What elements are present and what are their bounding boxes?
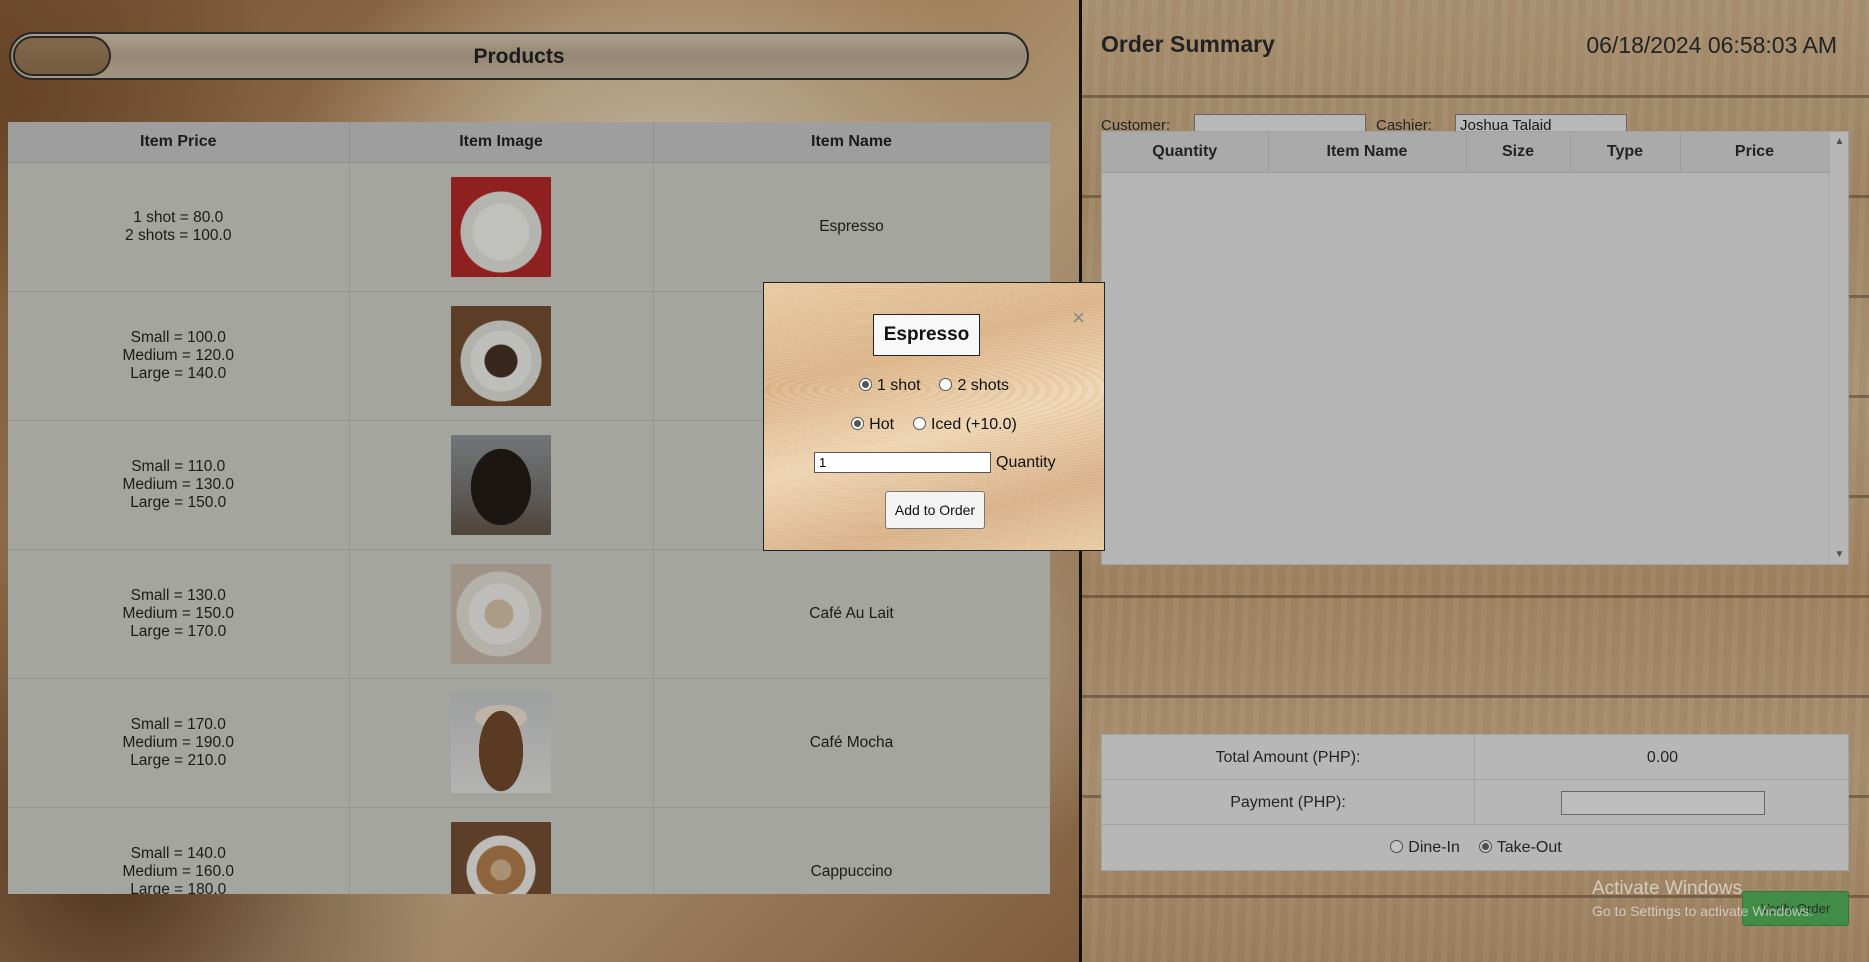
payment-label: Payment (PHP): bbox=[1102, 780, 1475, 825]
shot-options: 1 shot 2 shots bbox=[764, 377, 1104, 395]
add-to-order-button[interactable]: Add to Order bbox=[885, 491, 985, 529]
price-cell: Small = 130.0 Medium = 150.0 Large = 170… bbox=[8, 549, 350, 679]
activate-windows-subtitle: Go to Settings to activate Windows. bbox=[1592, 903, 1813, 919]
coffee-cup-beans-image[interactable] bbox=[451, 305, 551, 406]
table-row[interactable]: Small = 170.0 Medium = 190.0 Large = 210… bbox=[8, 678, 1050, 808]
name-cell[interactable]: Café Au Lait bbox=[653, 549, 1050, 679]
column-header-type: Type bbox=[1570, 132, 1681, 173]
image-cell[interactable] bbox=[349, 807, 654, 894]
hot-label: Hot bbox=[869, 416, 895, 433]
order-table-header: Quantity Item Name Size Type Price bbox=[1102, 132, 1830, 173]
one-shot-radio[interactable] bbox=[858, 378, 872, 391]
table-row[interactable]: 1 shot = 80.0 2 shots = 100.0 Espresso bbox=[8, 162, 1050, 292]
two-shots-radio[interactable] bbox=[939, 378, 953, 391]
price-cell: Small = 170.0 Medium = 190.0 Large = 210… bbox=[8, 678, 350, 808]
image-cell[interactable] bbox=[349, 291, 654, 421]
product-table-header: Item Price Item Image Item Name bbox=[8, 122, 1050, 163]
temperature-options: Hot Iced (+10.0) bbox=[764, 416, 1104, 434]
price-line: Small = 170.0 bbox=[130, 715, 226, 733]
dine-in-label: Dine-In bbox=[1408, 839, 1460, 856]
espresso-image[interactable] bbox=[451, 176, 551, 277]
price-line: 1 shot = 80.0 bbox=[133, 208, 224, 226]
order-summary-title: Order Summary bbox=[1101, 31, 1275, 57]
dine-in-radio[interactable] bbox=[1390, 840, 1404, 853]
image-cell[interactable] bbox=[349, 420, 654, 550]
price-cell: Small = 100.0 Medium = 120.0 Large = 140… bbox=[8, 291, 350, 421]
totals-panel: Total Amount (PHP): 0.00 Payment (PHP): … bbox=[1101, 734, 1850, 871]
price-line: Large = 170.0 bbox=[130, 622, 227, 640]
black-coffee-glass-image[interactable] bbox=[451, 434, 551, 535]
datetime-display: 06/18/2024 06:58:03 AM bbox=[1586, 32, 1837, 58]
payment-input[interactable] bbox=[1560, 790, 1765, 815]
order-table-container: Quantity Item Name Size Type Price ▲ ▼ bbox=[1101, 131, 1849, 565]
hot-radio[interactable] bbox=[851, 417, 865, 430]
products-header-bar: Products bbox=[9, 32, 1029, 80]
name-cell[interactable]: Espresso bbox=[653, 162, 1050, 292]
iced-radio[interactable] bbox=[912, 417, 926, 430]
price-line: Large = 150.0 bbox=[130, 493, 227, 511]
price-line: 2 shots = 100.0 bbox=[125, 226, 232, 244]
column-header-quantity: Quantity bbox=[1102, 132, 1269, 173]
price-line: Small = 140.0 bbox=[130, 844, 226, 862]
scroll-down-arrow-icon[interactable]: ▼ bbox=[1830, 549, 1849, 560]
name-cell[interactable]: Café Mocha bbox=[653, 678, 1050, 808]
price-line: Medium = 190.0 bbox=[122, 733, 235, 751]
price-line: Medium = 120.0 bbox=[122, 346, 235, 364]
column-header-price: Price bbox=[1680, 132, 1830, 173]
dining-option-row: Dine-In Take-Out bbox=[1102, 825, 1850, 871]
payment-row: Payment (PHP): bbox=[1102, 780, 1850, 825]
column-header-name: Item Name bbox=[653, 122, 1050, 163]
table-row[interactable]: Small = 140.0 Medium = 160.0 Large = 180… bbox=[8, 807, 1050, 894]
iced-label: Iced (+10.0) bbox=[930, 416, 1017, 433]
take-out-radio[interactable] bbox=[1478, 840, 1492, 853]
item-options-modal: × Espresso 1 shot 2 shots Hot Iced (+10.… bbox=[763, 282, 1105, 551]
column-header-size: Size bbox=[1466, 132, 1571, 173]
column-header-image: Item Image bbox=[349, 122, 654, 163]
price-line: Medium = 160.0 bbox=[122, 862, 235, 880]
order-summary-panel: Order Summary 06/18/2024 06:58:03 AM Cus… bbox=[1082, 0, 1869, 962]
modal-title: Espresso bbox=[873, 314, 980, 356]
price-line: Small = 100.0 bbox=[130, 328, 226, 346]
price-line: Small = 130.0 bbox=[130, 586, 226, 604]
products-title: Products bbox=[473, 45, 565, 68]
price-cell: Small = 110.0 Medium = 130.0 Large = 150… bbox=[8, 420, 350, 550]
image-cell[interactable] bbox=[349, 162, 654, 292]
two-shots-label: 2 shots bbox=[957, 377, 1010, 394]
total-amount-value: 0.00 bbox=[1646, 749, 1679, 766]
cafe-mocha-image[interactable] bbox=[451, 692, 551, 793]
price-line: Small = 110.0 bbox=[131, 457, 226, 475]
cappuccino-image[interactable] bbox=[451, 821, 551, 894]
quantity-row: Quantity bbox=[814, 452, 1056, 473]
column-header-price: Item Price bbox=[8, 122, 350, 163]
price-line: Medium = 150.0 bbox=[122, 604, 235, 622]
image-cell[interactable] bbox=[349, 549, 654, 679]
price-line: Large = 140.0 bbox=[130, 364, 227, 382]
price-cell: 1 shot = 80.0 2 shots = 100.0 bbox=[8, 162, 350, 292]
table-row[interactable]: Small = 130.0 Medium = 150.0 Large = 170… bbox=[8, 549, 1050, 679]
cafe-au-lait-image[interactable] bbox=[451, 563, 551, 664]
image-cell[interactable] bbox=[349, 678, 654, 808]
one-shot-label: 1 shot bbox=[876, 377, 921, 394]
total-amount-label: Total Amount (PHP): bbox=[1102, 735, 1475, 780]
close-icon[interactable]: × bbox=[1072, 307, 1085, 329]
order-table-scrollbar[interactable]: ▲ ▼ bbox=[1829, 132, 1848, 564]
price-cell: Small = 140.0 Medium = 160.0 Large = 180… bbox=[8, 807, 350, 895]
price-line: Large = 180.0 bbox=[130, 880, 227, 895]
take-out-label: Take-Out bbox=[1496, 839, 1562, 856]
name-cell[interactable]: Cappuccino bbox=[653, 807, 1050, 894]
quantity-label: Quantity bbox=[996, 453, 1056, 471]
activate-windows-title: Activate Windows bbox=[1592, 878, 1742, 899]
scroll-up-arrow-icon[interactable]: ▲ bbox=[1830, 136, 1849, 147]
total-amount-row: Total Amount (PHP): 0.00 bbox=[1102, 735, 1850, 780]
order-table: Quantity Item Name Size Type Price bbox=[1102, 132, 1830, 173]
column-header-item-name: Item Name bbox=[1268, 132, 1467, 173]
price-line: Large = 210.0 bbox=[130, 751, 227, 769]
price-line: Medium = 130.0 bbox=[122, 475, 235, 493]
quantity-input[interactable] bbox=[814, 452, 991, 473]
payment-cell bbox=[1475, 780, 1850, 825]
